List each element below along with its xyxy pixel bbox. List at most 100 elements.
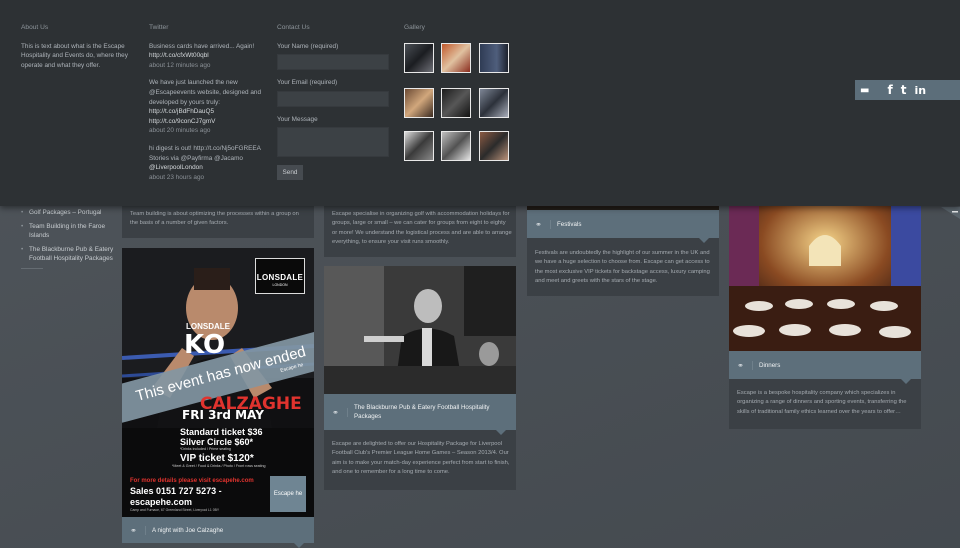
- sidebar-item-blackburne[interactable]: The Blackburne Pub & Eatery Football Hos…: [21, 245, 121, 264]
- tweet-time: about 20 minutes ago: [149, 127, 211, 135]
- lonsdale-logo: LONSDALE LONDON: [255, 258, 305, 294]
- message-label: Your Message: [277, 115, 318, 123]
- footer-panel: About Us This is text about what is the …: [0, 0, 960, 206]
- poster-more: For more details please visit escapehe.c…: [130, 478, 254, 484]
- about-text: This is text about what is the Escape Ho…: [21, 42, 128, 69]
- sidebar-list: Golf Packages – Portugal Team Building i…: [21, 208, 121, 268]
- card-festivals[interactable]: ⚭ Festivals Festivals are undoubtedly th…: [527, 206, 719, 296]
- gallery-section: Gallery: [404, 23, 514, 42]
- tweet-link[interactable]: @LiverpoolLondon: [149, 163, 267, 173]
- gallery-thumb[interactable]: [479, 88, 509, 118]
- card-team-building: Team building is about optimizing the pr…: [122, 206, 314, 238]
- about-heading: About Us: [21, 24, 49, 31]
- sidebar-item-faroe[interactable]: Team Building in the Faroe Islands: [21, 222, 121, 241]
- escape-logo-text: Escape he: [273, 491, 303, 497]
- tweet-line: hi digest is out! http://t.co/Nj5oFGREEA: [149, 144, 261, 152]
- card-notch: [901, 379, 911, 384]
- gallery-thumb[interactable]: [441, 88, 471, 118]
- gallery-thumb[interactable]: [479, 43, 509, 73]
- lonsdale-logo-sub: LONDON: [272, 283, 288, 287]
- poster-sales: Sales 0151 727 5273 -: [130, 486, 222, 496]
- tweet-link[interactable]: http://t.co/9conCJ7gmV: [149, 117, 267, 127]
- gallery-heading: Gallery: [404, 24, 425, 31]
- escape-logo-box: Escape he: [270, 476, 306, 512]
- tweet-line: Business cards have arrived... Again!: [149, 42, 255, 50]
- card-notch: [699, 238, 709, 243]
- send-button[interactable]: Send: [277, 165, 303, 181]
- card-blackburne-text: Escape are delighted to offer our Hospit…: [332, 441, 510, 476]
- poster-ticket-standard: Standard ticket $36: [180, 427, 263, 437]
- card-festivals-text: Festivals are undoubtedly the highlight …: [535, 250, 710, 285]
- twitter-section: Twitter Business cards have arrived... A…: [149, 23, 267, 190]
- email-field[interactable]: [277, 90, 389, 107]
- gallery-thumb[interactable]: [479, 131, 509, 161]
- gallery-thumb[interactable]: [404, 131, 434, 161]
- poster-address: Camp and Furnace, 67 Greenland Street, L…: [130, 508, 220, 512]
- message-field[interactable]: [277, 127, 389, 158]
- social-bar: ▬ f t in: [855, 80, 960, 100]
- email-label: Your Email (required): [277, 79, 338, 87]
- festivals-label: Festivals: [557, 220, 582, 228]
- card-dinners-text: Escape is a bespoke hospitality company …: [737, 390, 907, 415]
- card-golf: Escape specialise in organizing golf wit…: [324, 206, 516, 257]
- poster-ticket-silver: Silver Circle $60*: [180, 437, 254, 447]
- gallery-thumb[interactable]: [404, 43, 434, 73]
- banquet-hall-illustration: [729, 206, 921, 351]
- tweet: Business cards have arrived... Again! ht…: [149, 42, 267, 71]
- link-icon: ⚭: [324, 407, 348, 417]
- card-golf-text: Escape specialise in organizing golf wit…: [332, 211, 512, 246]
- lonsdale-logo-text: LONSDALE: [256, 273, 304, 282]
- tweet: We have just launched the new @Escapeeve…: [149, 78, 267, 136]
- poster-date: FRI 3rd MAY: [182, 408, 264, 422]
- name-field[interactable]: [277, 54, 389, 71]
- tweet-link[interactable]: http://t.co/cfxWt00qbl: [149, 51, 267, 61]
- calzaghe-label: A night with Joe Calzaghe: [152, 526, 224, 534]
- card-dinners[interactable]: ⚭ Dinners Escape is a bespoke hospitalit…: [729, 206, 921, 429]
- card-blackburne[interactable]: ⚭ The Blackburne Pub & Eatery Football H…: [324, 266, 516, 490]
- blackburne-label-bar[interactable]: ⚭ The Blackburne Pub & Eatery Football H…: [324, 394, 516, 430]
- name-label: Your Name (required): [277, 42, 339, 50]
- festivals-label-bar[interactable]: ⚭ Festivals: [527, 210, 719, 238]
- sidebar-item-golf[interactable]: Golf Packages – Portugal: [21, 208, 121, 218]
- tweet-line: We have just launched the new: [149, 79, 238, 87]
- calzaghe-poster[interactable]: LONSDALE LONDON LONSDALE KO This event h…: [122, 248, 314, 517]
- twitter-icon[interactable]: t: [901, 83, 907, 97]
- tweet-time: about 12 minutes ago: [149, 61, 211, 69]
- linkedin-icon[interactable]: in: [914, 84, 926, 97]
- link-icon: ⚭: [527, 219, 551, 229]
- poster-ticket-vip-sub: *Meet & Greet / Food & Drinks / Photo / …: [172, 464, 266, 468]
- poster-site: escapehe.com: [130, 497, 193, 507]
- tweet-line: @Escapeevents website, designed and: [149, 88, 262, 96]
- poster-ticket-silver-sub: *Drinks included / Prime seating: [180, 447, 231, 451]
- corner-marker: [941, 207, 960, 219]
- contact-section: Contact Us Your Name (required) Your Ema…: [277, 23, 389, 181]
- chat-icon[interactable]: ▬: [860, 85, 869, 96]
- about-section: About Us This is text about what is the …: [21, 23, 133, 70]
- link-icon: ⚭: [122, 525, 146, 535]
- bartender-illustration: [324, 266, 516, 394]
- dinners-photo[interactable]: [729, 206, 921, 351]
- shirt-ko: KO: [184, 330, 226, 360]
- contact-heading: Contact Us: [277, 24, 310, 31]
- blackburne-photo[interactable]: [324, 266, 516, 394]
- card-notch: [294, 543, 304, 548]
- link-icon: ⚭: [729, 360, 753, 370]
- gallery-thumb[interactable]: [441, 43, 471, 73]
- poster-ticket-vip: VIP ticket $120*: [180, 453, 254, 464]
- tweet-time: about 23 hours ago: [149, 173, 205, 181]
- card-notch: [496, 430, 506, 435]
- sidebar-divider: [21, 268, 43, 269]
- calzaghe-label-bar[interactable]: ⚭ A night with Joe Calzaghe: [122, 517, 314, 543]
- card-team-text: Team building is about optimizing the pr…: [130, 211, 299, 227]
- gallery-thumb[interactable]: [441, 131, 471, 161]
- dinners-label-bar[interactable]: ⚭ Dinners: [729, 351, 921, 379]
- card-calzaghe[interactable]: LONSDALE LONDON LONSDALE KO This event h…: [122, 248, 314, 548]
- tweet-line: Stories via @Payfirma @Jacamo: [149, 154, 243, 162]
- blackburne-label: The Blackburne Pub & Eatery Football Hos…: [354, 404, 490, 420]
- twitter-heading: Twitter: [149, 24, 169, 31]
- gallery-thumb[interactable]: [404, 88, 434, 118]
- tweet: hi digest is out! http://t.co/Nj5oFGREEA…: [149, 144, 267, 182]
- tweet-link[interactable]: http://t.co/jBdFhDauQ5: [149, 107, 267, 117]
- tweet-line: developed by yours truly:: [149, 98, 221, 106]
- facebook-icon[interactable]: f: [887, 83, 892, 97]
